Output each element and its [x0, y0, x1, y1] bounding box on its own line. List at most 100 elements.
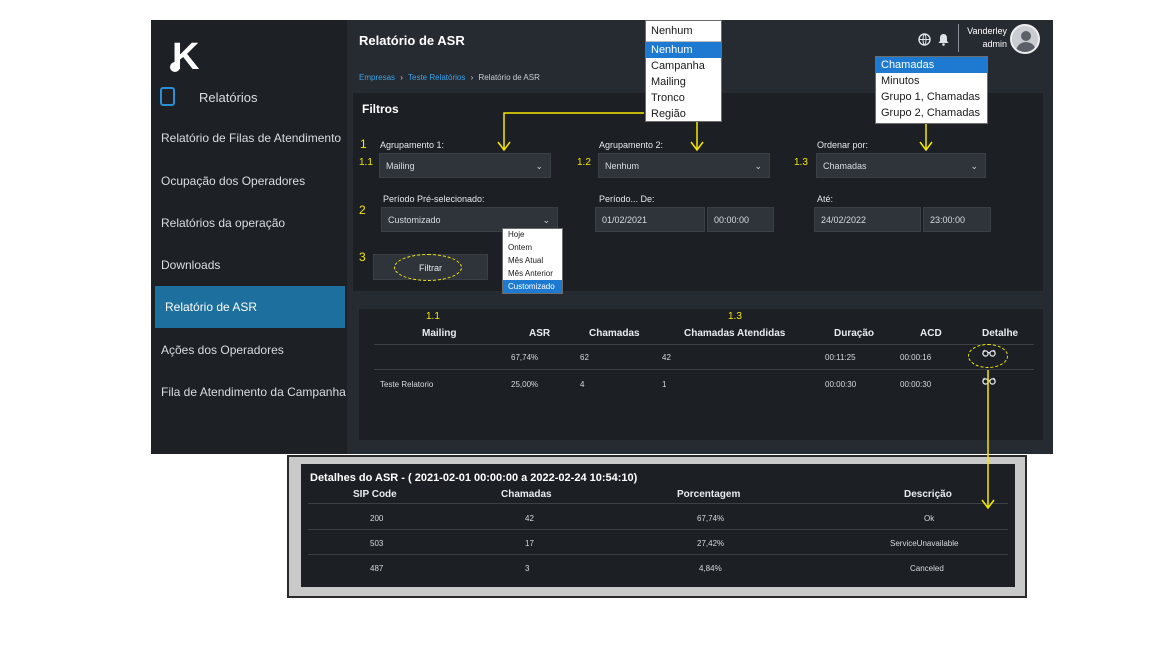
detail-cell: 487 [370, 564, 384, 573]
table-cell: 00:00:30 [825, 380, 857, 389]
detail-cell: Ok [924, 514, 935, 523]
sidebar-item-relatorio-asr[interactable]: Relatório de ASR [155, 286, 345, 328]
group2-value: Nenhum [605, 161, 640, 171]
annotation-results-1-3: 1.3 [728, 311, 742, 322]
detail-cell: 4,84% [699, 564, 722, 573]
period-from-label: Período... De: [599, 194, 655, 204]
annotation-1-3: 1.3 [794, 157, 808, 168]
bell-icon[interactable] [938, 33, 949, 49]
detail-cell: 67,74% [697, 514, 725, 523]
detail-cell: 42 [525, 514, 534, 523]
table-cell: 62 [580, 353, 589, 362]
detail-cell: 3 [525, 564, 530, 573]
order-select[interactable]: Chamadas ⌄ [816, 153, 986, 178]
annotation-2: 2 [359, 203, 366, 217]
option-nenhum[interactable]: Nenhum [646, 42, 721, 58]
annotation-3: 3 [359, 250, 366, 264]
header-divider-line [374, 344, 1034, 345]
option-customizado[interactable]: Customizado [503, 280, 562, 293]
group1-label: Agrupamento 1: [380, 140, 445, 150]
breadcrumb-current: Relatório de ASR [478, 73, 540, 82]
option-chamadas[interactable]: Chamadas [876, 57, 987, 73]
detail-cell: 17 [525, 539, 534, 548]
avatar[interactable] [1010, 24, 1040, 54]
group1-value: Mailing [386, 161, 415, 171]
detail-cell: 200 [370, 514, 384, 523]
period-to-time-input[interactable]: 23:00:00 [923, 207, 991, 232]
breadcrumb-separator: › [470, 73, 474, 82]
option-mes-atual[interactable]: Mês Atual [503, 254, 562, 267]
sidebar-section-title: Relatórios [199, 90, 258, 105]
period-preset-label: Período Pré-selecionado: [383, 194, 485, 204]
period-preset-value: Customizado [388, 215, 441, 225]
user-name: Vanderley [967, 26, 1007, 36]
filters-title: Filtros [362, 102, 399, 116]
option-grupo1-chamadas[interactable]: Grupo 1, Chamadas [876, 89, 987, 105]
order-label: Ordenar por: [817, 140, 869, 150]
row-divider-line [374, 369, 1034, 370]
detail-row-line [308, 529, 1008, 530]
option-hoje[interactable]: Hoje [503, 229, 562, 241]
annotation-1: 1 [360, 137, 367, 151]
col-asr: ASR [529, 328, 551, 339]
order-dropdown-list: Chamadas Minutos Grupo 1, Chamadas Grupo… [875, 56, 988, 124]
option-regiao[interactable]: Região [646, 106, 721, 122]
option-mes-anterior[interactable]: Mês Anterior [503, 267, 562, 280]
col-mailing: Mailing [422, 328, 457, 339]
period-from-date-input[interactable]: 01/02/2021 [595, 207, 705, 232]
breadcrumb-empresas[interactable]: Empresas [359, 73, 395, 82]
option-minutos[interactable]: Minutos [876, 73, 987, 89]
annotation-1-1: 1.1 [359, 157, 373, 168]
breadcrumb: Empresas › Teste Relatórios › Relatório … [359, 73, 540, 82]
user-role: admin [982, 39, 1007, 49]
chevron-down-icon: ⌄ [754, 161, 762, 171]
glasses-icon[interactable] [982, 377, 996, 388]
period-to-label: Até: [817, 194, 834, 204]
table-cell: 4 [580, 380, 585, 389]
col-porcentagem: Porcentagem [677, 489, 741, 500]
table-cell: 00:00:16 [900, 353, 932, 362]
col-sip-code: SIP Code [353, 489, 397, 500]
table-cell: 1 [662, 380, 667, 389]
table-cell: 67,74% [511, 353, 539, 362]
table-cell: 00:00:30 [900, 380, 932, 389]
page-title: Relatório de ASR [359, 33, 465, 48]
group2-select[interactable]: Nenhum ⌄ [598, 153, 770, 178]
detail-cell: ServiceUnavailable [890, 539, 959, 548]
sidebar-item-filas-atendimento[interactable]: Relatório de Filas de Atendimento [151, 117, 347, 159]
group1-select[interactable]: Mailing ⌄ [379, 153, 551, 178]
option-mailing[interactable]: Mailing [646, 74, 721, 90]
sidebar-item-relatorios-operacao[interactable]: Relatórios da operação [151, 202, 347, 244]
group2-label: Agrupamento 2: [599, 140, 664, 150]
dropdown-current[interactable]: Nenhum [646, 21, 721, 42]
sidebar-item-downloads[interactable]: Downloads [151, 244, 347, 286]
sidebar-item-fila-campanha[interactable]: Fila de Atendimento da Campanha [151, 371, 347, 413]
option-campanha[interactable]: Campanha [646, 58, 721, 74]
option-tronco[interactable]: Tronco [646, 90, 721, 106]
col-detalhe: Detalhe [982, 328, 1019, 339]
asr-detail-title: Detalhes do ASR - ( 2021-02-01 00:00:00 … [310, 472, 638, 484]
detail-row-line [308, 554, 1008, 555]
col-chamadas: Chamadas [501, 489, 552, 500]
col-acd: ACD [920, 328, 942, 339]
table-cell: 00:11:25 [825, 353, 856, 362]
option-ontem[interactable]: Ontem [503, 241, 562, 254]
globe-icon[interactable] [918, 33, 931, 49]
breadcrumb-separator: › [400, 73, 403, 82]
detail-cell: Canceled [910, 564, 944, 573]
annotation-1-2: 1.2 [577, 157, 591, 168]
chevron-down-icon: ⌄ [535, 161, 543, 171]
annotation-circle-detail [968, 344, 1008, 368]
detail-cell: 503 [370, 539, 384, 548]
annotation-circle-filter [394, 254, 462, 281]
period-to-date-input[interactable]: 24/02/2022 [814, 207, 921, 232]
period-from-time-input[interactable]: 00:00:00 [707, 207, 774, 232]
annotation-results-1-1: 1.1 [426, 311, 440, 322]
option-grupo2-chamadas[interactable]: Grupo 2, Chamadas [876, 105, 987, 121]
col-chamadas-atendidas: Chamadas Atendidas [684, 328, 786, 339]
sidebar-item-ocupacao-operadores[interactable]: Ocupação dos Operadores [151, 160, 347, 202]
sidebar-item-acoes-operadores[interactable]: Ações dos Operadores [151, 329, 347, 371]
breadcrumb-teste-relatorios[interactable]: Teste Relatórios [408, 73, 465, 82]
brand-logo: K [172, 36, 199, 78]
detail-header-line [308, 503, 1008, 504]
